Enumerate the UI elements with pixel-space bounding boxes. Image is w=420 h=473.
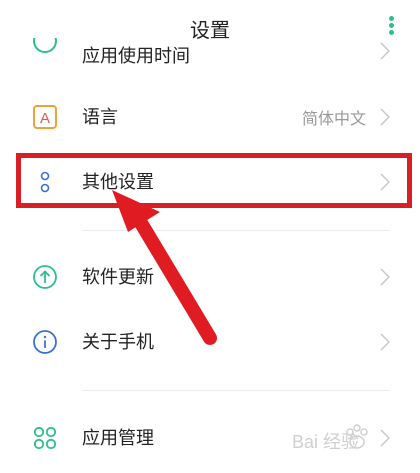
language-icon: A (33, 105, 57, 129)
watermark-text: Bai 经验 (292, 432, 359, 452)
paw-logo-icon: Bai 经验 (292, 424, 368, 452)
settings-item-label: 关于手机 (82, 332, 154, 353)
red-arrow-annotation (112, 190, 217, 345)
settings-item-label: 语言 (82, 107, 118, 128)
info-icon (33, 330, 57, 354)
settings-item-about-phone[interactable]: 关于手机 (0, 311, 420, 371)
settings-item-label: 软件更新 (82, 267, 154, 288)
settings-item-app-usage-time[interactable]: 应用使用时间 (0, 38, 420, 68)
highlight-box (16, 153, 412, 208)
more-vertical-icon[interactable] (386, 16, 396, 38)
update-arrow-icon (33, 265, 57, 289)
language-value: 简体中文 (301, 109, 366, 128)
chevron-right-icon (380, 268, 390, 286)
divider (82, 390, 390, 391)
clock-icon (33, 38, 57, 53)
settings-item-software-update[interactable]: 软件更新 (0, 246, 420, 306)
settings-item-label: 应用管理 (82, 428, 154, 449)
svg-text:A: A (40, 110, 50, 127)
chevron-right-icon (380, 333, 390, 351)
settings-item-label: 应用使用时间 (82, 46, 190, 67)
chevron-right-icon (380, 42, 390, 60)
settings-item-language[interactable]: A 语言 简体中文 (0, 86, 420, 146)
baidu-watermark: Bai 经验 (290, 418, 412, 458)
chevron-right-icon (380, 108, 390, 126)
divider (82, 230, 390, 231)
apps-icon (33, 426, 57, 450)
